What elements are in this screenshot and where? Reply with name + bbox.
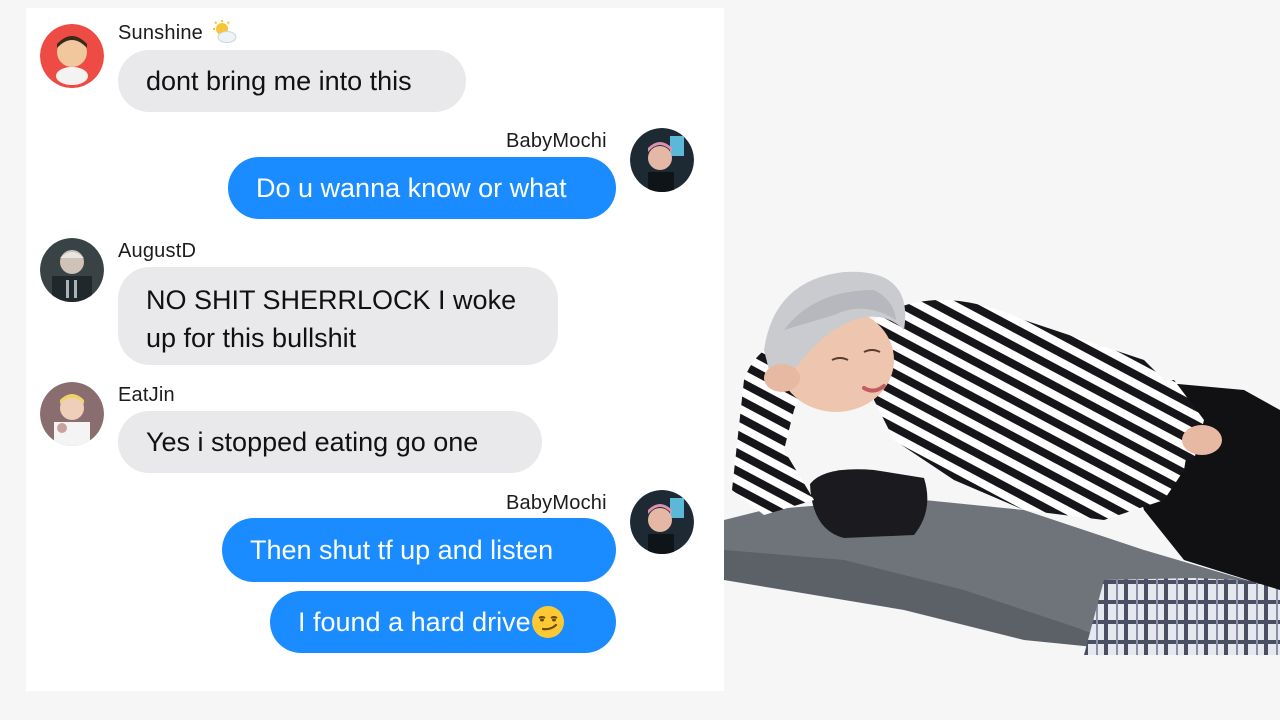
sender-name: AugustD xyxy=(118,240,197,262)
message-bubble-incoming[interactable]: Yes i stopped eating go one xyxy=(118,411,542,473)
sun-behind-cloud-icon xyxy=(212,19,237,43)
message-bubble-outgoing[interactable]: Then shut tf up and listen xyxy=(222,518,616,582)
avatar-eatjin[interactable] xyxy=(40,382,104,446)
sender-name: BabyMochi xyxy=(506,492,607,514)
message-bubble-outgoing[interactable]: I found a hard drive xyxy=(270,591,616,653)
message-bubble-incoming[interactable]: NO SHIT SHERRLOCK I woke up for this bul… xyxy=(118,267,558,365)
avatar-babymochi[interactable] xyxy=(630,128,694,192)
avatar-augustd[interactable] xyxy=(40,238,104,302)
smirk-face-icon xyxy=(531,605,564,638)
message-bubble-incoming[interactable]: dont bring me into this xyxy=(118,50,466,112)
sender-name: Sunshine xyxy=(118,19,237,45)
chat-panel: Sunshine dont bring me into this BabyMoc… xyxy=(26,8,724,691)
avatar-babymochi[interactable] xyxy=(630,490,694,554)
sender-name: BabyMochi xyxy=(506,130,607,152)
sender-name: EatJin xyxy=(118,384,175,406)
person-photo xyxy=(724,260,1280,660)
avatar-sunshine[interactable] xyxy=(40,24,104,88)
message-bubble-outgoing[interactable]: Do u wanna know or what xyxy=(228,157,616,219)
